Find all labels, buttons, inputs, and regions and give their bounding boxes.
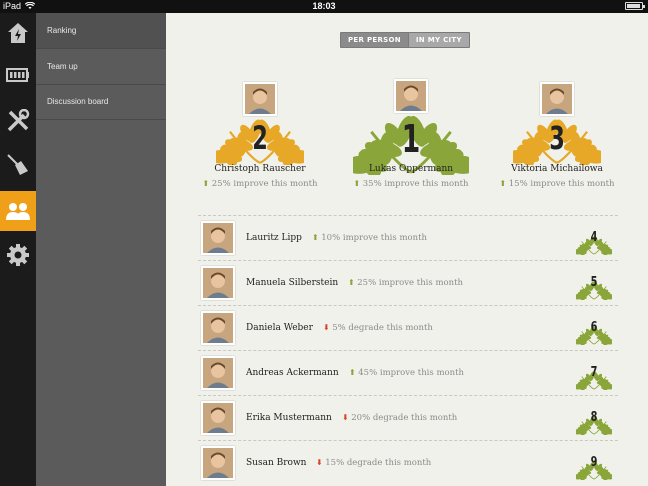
rail-item-battery[interactable] bbox=[0, 55, 36, 95]
rail-item-home[interactable] bbox=[0, 13, 36, 53]
avatar bbox=[201, 311, 235, 345]
arrow-up-icon: ⬆ bbox=[312, 233, 322, 242]
arrow-up-icon: ⬆ bbox=[348, 278, 358, 287]
trend-label: 15% degrade this month bbox=[325, 458, 432, 468]
person-name: Manuela Silberstein bbox=[246, 278, 339, 288]
avatar bbox=[201, 356, 235, 390]
gear-icon bbox=[7, 244, 29, 266]
person-name: Daniela Weber bbox=[246, 323, 313, 333]
ranking-row[interactable]: Andreas Ackermann ⬆ 45% improve this mont… bbox=[198, 350, 618, 395]
scope-segmented-control: PER PERSON IN MY CITY bbox=[340, 32, 470, 48]
person-name: Viktoria Michailowa bbox=[511, 164, 603, 174]
trend-text: ⬇ 15% degrade this month bbox=[316, 458, 431, 468]
person-name: Andreas Ackermann bbox=[246, 368, 339, 378]
person-name: Christoph Rauscher bbox=[214, 164, 306, 174]
submenu-item-ranking[interactable]: Ranking bbox=[36, 13, 171, 49]
rank-number: 7 bbox=[590, 365, 598, 380]
ranking-list: Lauritz Lipp ⬆ 10% improve this month 4 Ma… bbox=[198, 215, 618, 485]
trend-text: ⬆ 45% improve this month bbox=[349, 368, 464, 378]
battery-icon bbox=[6, 68, 29, 82]
trend-text: ⬆ 15% improve this month bbox=[482, 179, 632, 189]
avatar bbox=[201, 221, 235, 255]
person-name: Erika Mustermann bbox=[246, 413, 332, 423]
avatar bbox=[201, 266, 235, 300]
trend-label: 25% improve this month bbox=[211, 179, 318, 189]
submenu-item-discussion-board[interactable]: Discussion board bbox=[36, 84, 166, 120]
status-bar: iPad 18:03 bbox=[0, 0, 648, 13]
trend-text: ⬆ 25% improve this month bbox=[185, 179, 335, 189]
trend-label: 10% improve this month bbox=[321, 233, 427, 243]
trend-text: ⬆ 35% improve this month bbox=[336, 179, 486, 189]
arrow-down-icon: ⬇ bbox=[316, 458, 326, 467]
rank-badge: 8 bbox=[573, 405, 615, 439]
rank-badge: 6 bbox=[573, 315, 615, 349]
battery-icon bbox=[625, 2, 645, 10]
arrow-down-icon: ⬇ bbox=[342, 413, 352, 422]
ranking-row[interactable]: Erika Mustermann ⬇ 20% degrade this month… bbox=[198, 395, 618, 440]
avatar bbox=[201, 446, 235, 480]
trend-label: 15% improve this month bbox=[508, 179, 615, 189]
home-bolt-icon bbox=[8, 23, 28, 43]
rank-badge: 5 bbox=[573, 270, 615, 304]
avatar bbox=[201, 401, 235, 435]
tools-icon bbox=[7, 109, 30, 132]
community-submenu: Ranking Team up Discussion board bbox=[36, 13, 171, 486]
trend-label: 25% improve this month bbox=[357, 278, 463, 288]
avatar bbox=[394, 79, 428, 113]
arrow-up-icon: ⬆ bbox=[202, 179, 212, 188]
rank-number: 8 bbox=[590, 410, 598, 425]
avatar bbox=[243, 82, 277, 116]
ranking-row[interactable]: Lauritz Lipp ⬆ 10% improve this month 4 bbox=[198, 215, 618, 260]
rank-number: 9 bbox=[590, 455, 598, 470]
rail-item-tools[interactable] bbox=[0, 101, 36, 141]
rank-number: 4 bbox=[590, 230, 598, 245]
clock: 18:03 bbox=[312, 1, 336, 11]
person-name: Lukas Oppermann bbox=[368, 164, 454, 174]
trend-text: ⬆ 25% improve this month bbox=[348, 278, 463, 288]
rank-number: 6 bbox=[590, 320, 598, 335]
segment-in-my-city[interactable]: IN MY CITY bbox=[407, 33, 469, 47]
icon-rail bbox=[0, 13, 42, 486]
arrow-down-icon: ⬇ bbox=[323, 323, 333, 332]
broom-icon bbox=[7, 154, 28, 175]
person-name: Susan Brown bbox=[246, 458, 307, 468]
submenu-label: Ranking bbox=[47, 26, 77, 35]
people-icon bbox=[6, 203, 30, 220]
arrow-up-icon: ⬆ bbox=[499, 179, 509, 188]
ranking-row[interactable]: Manuela Silberstein ⬆ 25% improve this mo… bbox=[198, 260, 618, 305]
trend-text: ⬇ 5% degrade this month bbox=[323, 323, 433, 333]
rank-badge: 9 bbox=[573, 450, 615, 484]
arrow-up-icon: ⬆ bbox=[353, 179, 363, 188]
rank-number: 1 bbox=[401, 117, 421, 161]
rank-badge: 7 bbox=[573, 360, 615, 394]
segment-per-person[interactable]: PER PERSON bbox=[341, 33, 408, 47]
rank-badge: 4 bbox=[573, 225, 615, 259]
ranking-row[interactable]: Susan Brown ⬇ 15% degrade this month 9 bbox=[198, 440, 618, 485]
rail-item-settings[interactable] bbox=[0, 235, 36, 275]
trend-label: 20% degrade this month bbox=[351, 413, 458, 423]
submenu-label: Team up bbox=[47, 62, 78, 71]
ranking-row[interactable]: Daniela Weber ⬇ 5% degrade this month 6 bbox=[198, 305, 618, 350]
arrow-up-icon: ⬆ bbox=[349, 368, 359, 377]
trend-label: 45% improve this month bbox=[358, 368, 464, 378]
trend-text: ⬇ 20% degrade this month bbox=[342, 413, 457, 423]
trend-label: 5% degrade this month bbox=[332, 323, 433, 333]
rank-number: 2 bbox=[252, 119, 268, 157]
avatar bbox=[540, 82, 574, 116]
trend-text: ⬆ 10% improve this month bbox=[312, 233, 427, 243]
rail-item-cleaning[interactable] bbox=[0, 145, 36, 185]
submenu-item-team-up[interactable]: Team up bbox=[36, 49, 166, 85]
submenu-label: Discussion board bbox=[47, 97, 109, 106]
trend-label: 35% improve this month bbox=[362, 179, 469, 189]
rail-item-community[interactable] bbox=[0, 191, 42, 231]
rank-number: 3 bbox=[549, 119, 565, 157]
person-name: Lauritz Lipp bbox=[246, 233, 302, 243]
ranking-panel: PER PERSON IN MY CITY 2 Christoph Rausche… bbox=[166, 13, 648, 486]
rank-number: 5 bbox=[590, 275, 598, 290]
